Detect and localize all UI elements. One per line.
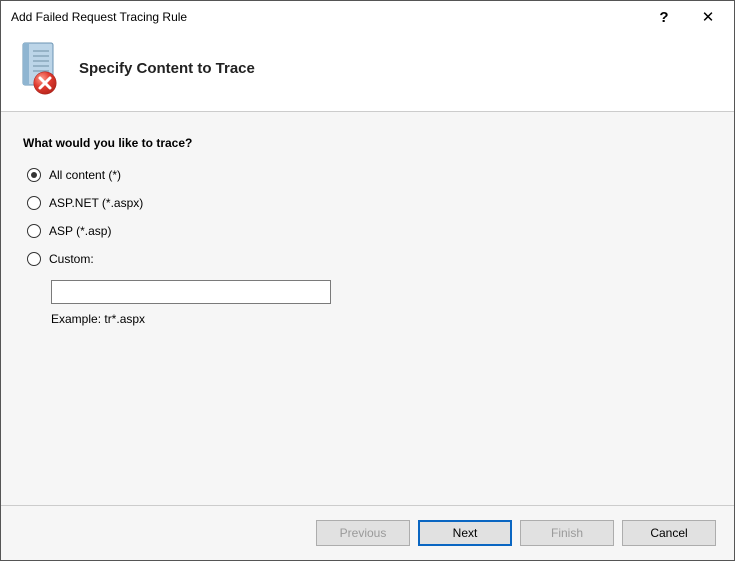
custom-block: Example: tr*.aspx <box>23 280 712 326</box>
help-icon: ? <box>659 9 668 26</box>
option-asp[interactable]: ASP (*.asp) <box>23 224 712 238</box>
wizard-dialog: Add Failed Request Tracing Rule ? ✕ <box>0 0 735 561</box>
option-label: ASP.NET (*.aspx) <box>49 196 143 210</box>
option-label: Custom: <box>49 252 94 266</box>
radio-icon <box>27 252 41 266</box>
radio-icon <box>27 196 41 210</box>
custom-example-label: Example: tr*.aspx <box>51 312 712 326</box>
option-aspnet[interactable]: ASP.NET (*.aspx) <box>23 196 712 210</box>
finish-button: Finish <box>520 520 614 546</box>
previous-button: Previous <box>316 520 410 546</box>
option-custom[interactable]: Custom: <box>23 252 712 266</box>
titlebar: Add Failed Request Tracing Rule ? ✕ <box>1 1 734 33</box>
titlebar-title: Add Failed Request Tracing Rule <box>11 10 642 24</box>
next-button[interactable]: Next <box>418 520 512 546</box>
wizard-header: Specify Content to Trace <box>1 33 734 111</box>
option-label: ASP (*.asp) <box>49 224 111 238</box>
radio-icon <box>27 168 41 182</box>
help-button[interactable]: ? <box>642 2 686 32</box>
option-all-content[interactable]: All content (*) <box>23 168 712 182</box>
close-icon: ✕ <box>702 8 715 26</box>
close-button[interactable]: ✕ <box>686 2 730 32</box>
wizard-icon <box>15 41 63 95</box>
cancel-button[interactable]: Cancel <box>622 520 716 546</box>
wizard-step-title: Specify Content to Trace <box>79 60 255 77</box>
wizard-content: What would you like to trace? All conten… <box>1 111 734 506</box>
prompt-label: What would you like to trace? <box>23 136 712 150</box>
wizard-footer: Previous Next Finish Cancel <box>1 506 734 560</box>
titlebar-controls: ? ✕ <box>642 2 730 32</box>
option-label: All content (*) <box>49 168 121 182</box>
radio-icon <box>27 224 41 238</box>
custom-pattern-input[interactable] <box>51 280 331 304</box>
